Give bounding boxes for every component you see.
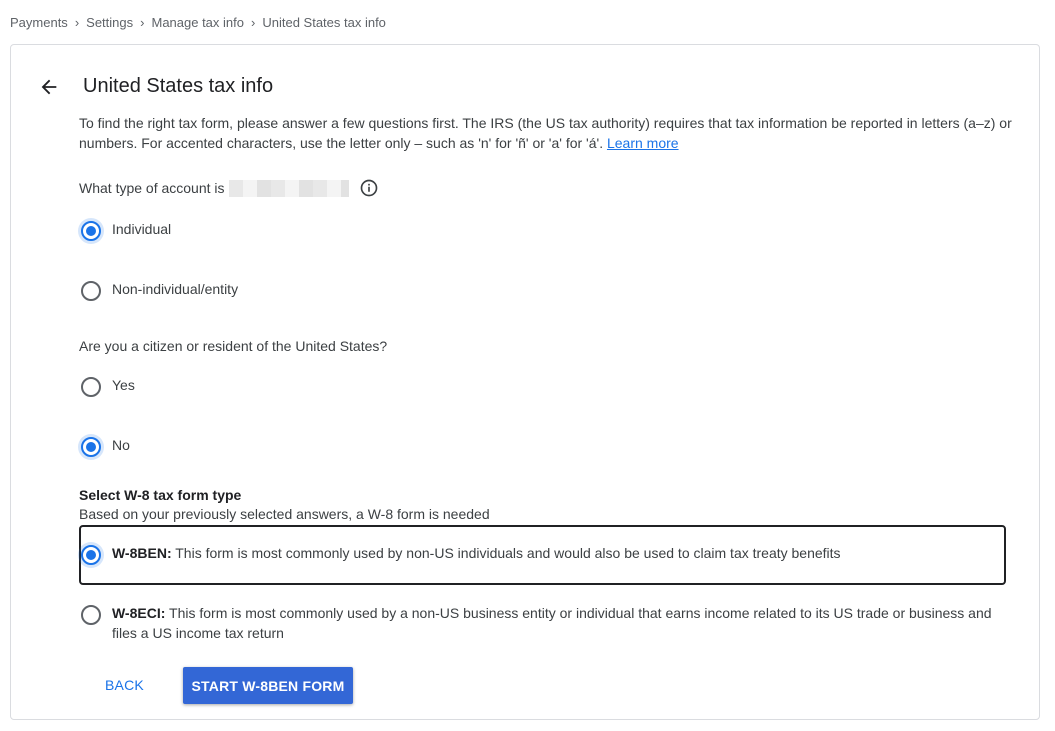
- chevron-right-icon: ›: [74, 14, 80, 30]
- radio-no-label: No: [112, 437, 130, 453]
- radio-w8ben[interactable]: W-8BEN: This form is most commonly used …: [81, 545, 992, 565]
- w8eci-description: This form is most commonly used by a non…: [112, 605, 992, 641]
- radio-w8eci-control[interactable]: [81, 605, 101, 625]
- w8-section-subtitle: Based on your previously selected answer…: [79, 506, 490, 522]
- radio-non-individual[interactable]: Non-individual/entity: [81, 281, 238, 301]
- radio-yes[interactable]: Yes: [81, 377, 135, 397]
- page-title: United States tax info: [83, 75, 274, 97]
- radio-w8eci[interactable]: W-8ECI: This form is most commonly used …: [81, 605, 992, 643]
- radio-individual[interactable]: Individual: [81, 221, 171, 241]
- w8eci-code: W-8ECI:: [112, 605, 166, 621]
- w8eci-label: W-8ECI: This form is most commonly used …: [112, 603, 992, 643]
- back-button[interactable]: BACK: [91, 667, 158, 703]
- w8ben-code: W-8BEN:: [112, 545, 172, 561]
- citizen-question: Are you a citizen or resident of the Uni…: [79, 338, 388, 354]
- breadcrumb-manage-tax-info[interactable]: Manage tax info: [151, 15, 244, 30]
- start-w8ben-form-button[interactable]: START W-8BEN FORM: [183, 667, 353, 704]
- radio-individual-label: Individual: [112, 221, 172, 237]
- account-type-question-text: What type of account is: [79, 180, 225, 196]
- w8ben-label: W-8BEN: This form is most commonly used …: [112, 543, 992, 563]
- w8-section-title: Select W-8 tax form type: [79, 487, 242, 503]
- chevron-right-icon: ›: [140, 14, 145, 30]
- radio-non-individual-control[interactable]: [81, 281, 101, 301]
- breadcrumb-payments[interactable]: Payments: [10, 15, 68, 30]
- account-type-question: What type of account is: [79, 178, 379, 198]
- radio-yes-label: Yes: [112, 377, 135, 393]
- radio-individual-control[interactable]: [81, 221, 101, 241]
- chevron-right-icon: ›: [251, 14, 256, 30]
- intro-body: To find the right tax form, please answe…: [79, 115, 1012, 151]
- back-arrow-icon[interactable]: [38, 76, 60, 98]
- radio-yes-control[interactable]: [81, 377, 101, 397]
- intro-text: To find the right tax form, please answe…: [79, 113, 1014, 153]
- redacted-account-name: [228, 179, 349, 197]
- radio-no[interactable]: No: [81, 437, 130, 457]
- breadcrumb-settings[interactable]: Settings: [86, 15, 133, 30]
- info-icon[interactable]: [359, 178, 379, 198]
- tax-info-card: United States tax info To find the right…: [10, 44, 1040, 720]
- learn-more-link[interactable]: Learn more: [607, 135, 679, 151]
- radio-no-control[interactable]: [81, 437, 101, 457]
- radio-w8ben-control[interactable]: [81, 545, 101, 565]
- w8ben-description: This form is most commonly used by non-U…: [175, 545, 841, 561]
- breadcrumb: Payments › Settings › Manage tax info › …: [10, 14, 386, 30]
- radio-non-individual-label: Non-individual/entity: [112, 281, 239, 297]
- breadcrumb-current: United States tax info: [262, 14, 386, 30]
